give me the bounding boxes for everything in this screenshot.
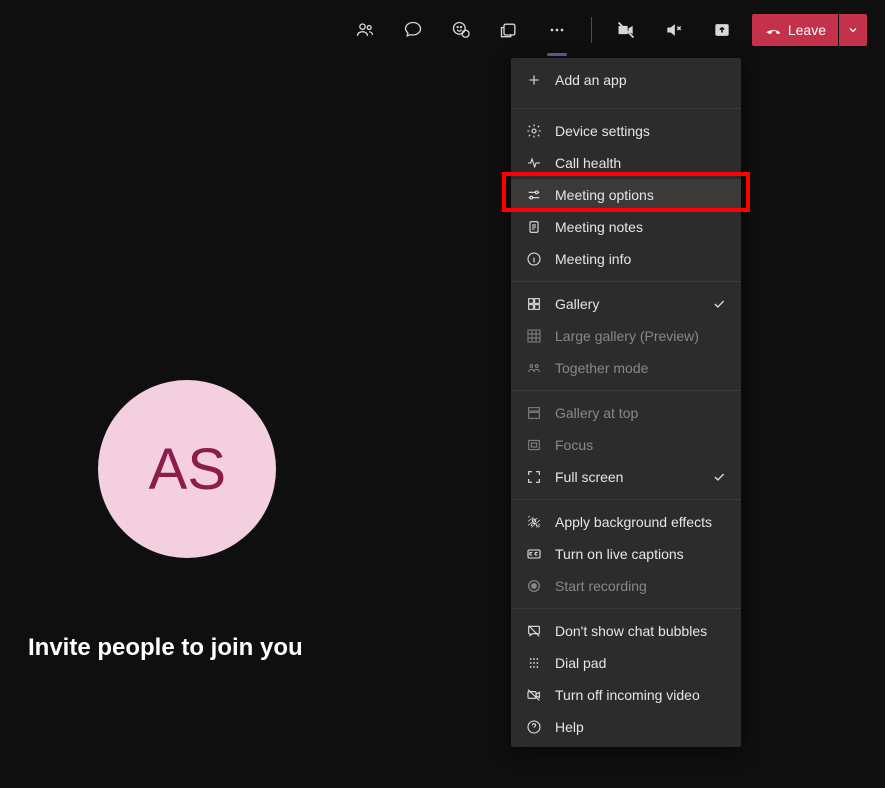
menu-separator <box>511 390 741 391</box>
participant-avatar: AS <box>98 380 276 558</box>
meeting-stage: AS Invite people to join you <box>28 380 303 662</box>
leave-button-group: Leave <box>752 14 867 46</box>
more-actions-menu: Add an app Device settings Call health M… <box>511 58 741 747</box>
menu-label: Turn off incoming video <box>555 687 700 703</box>
menu-separator <box>511 608 741 609</box>
menu-gallery[interactable]: Gallery <box>511 288 741 320</box>
menu-label: Together mode <box>555 360 648 376</box>
menu-help[interactable]: Help <box>511 711 741 743</box>
menu-background-effects[interactable]: Apply background effects <box>511 506 741 538</box>
menu-separator <box>511 108 741 109</box>
menu-label: Help <box>555 719 584 735</box>
check-icon <box>711 296 727 312</box>
together-icon <box>525 360 543 376</box>
chat-off-icon <box>525 623 543 639</box>
menu-label: Call health <box>555 155 621 171</box>
focus-icon <box>525 437 543 453</box>
menu-label: Gallery at top <box>555 405 638 421</box>
menu-label: Add an app <box>555 72 627 88</box>
menu-meeting-options[interactable]: Meeting options <box>511 179 741 211</box>
menu-live-captions[interactable]: Turn on live captions <box>511 538 741 570</box>
participants-icon[interactable] <box>341 12 389 48</box>
menu-label: Dial pad <box>555 655 606 671</box>
fullscreen-icon <box>525 469 543 485</box>
sliders-icon <box>525 187 543 203</box>
camera-off-icon[interactable] <box>602 12 650 48</box>
menu-label: Start recording <box>555 578 647 594</box>
menu-full-screen[interactable]: Full screen <box>511 461 741 493</box>
notes-icon <box>525 219 543 235</box>
gear-icon <box>525 123 543 139</box>
menu-label: Full screen <box>555 469 623 485</box>
chat-icon[interactable] <box>389 12 437 48</box>
menu-together-mode: Together mode <box>511 352 741 384</box>
menu-label: Meeting info <box>555 251 631 267</box>
menu-meeting-info[interactable]: Meeting info <box>511 243 741 275</box>
menu-separator <box>511 499 741 500</box>
menu-start-recording: Start recording <box>511 570 741 602</box>
menu-focus: Focus <box>511 429 741 461</box>
menu-label: Device settings <box>555 123 650 139</box>
menu-call-health[interactable]: Call health <box>511 147 741 179</box>
menu-separator <box>511 281 741 282</box>
menu-device-settings[interactable]: Device settings <box>511 115 741 147</box>
menu-label: Meeting options <box>555 187 654 203</box>
dialpad-icon <box>525 655 543 671</box>
check-icon <box>711 469 727 485</box>
menu-incoming-video[interactable]: Turn off incoming video <box>511 679 741 711</box>
gallery-top-icon <box>525 405 543 421</box>
grid-icon <box>525 296 543 312</box>
leave-label: Leave <box>788 22 826 38</box>
menu-large-gallery: Large gallery (Preview) <box>511 320 741 352</box>
menu-chat-bubbles[interactable]: Don't show chat bubbles <box>511 615 741 647</box>
speaker-icon[interactable] <box>650 12 698 48</box>
menu-meeting-notes[interactable]: Meeting notes <box>511 211 741 243</box>
meeting-toolbar: Leave <box>341 12 867 48</box>
menu-label: Focus <box>555 437 593 453</box>
rooms-icon[interactable] <box>485 12 533 48</box>
reactions-icon[interactable] <box>437 12 485 48</box>
leave-button[interactable]: Leave <box>752 14 838 46</box>
menu-label: Gallery <box>555 296 599 312</box>
menu-label: Large gallery (Preview) <box>555 328 699 344</box>
video-off-icon <box>525 687 543 703</box>
menu-label: Meeting notes <box>555 219 643 235</box>
share-screen-icon[interactable] <box>698 12 746 48</box>
leave-caret-button[interactable] <box>839 14 867 46</box>
captions-icon <box>525 546 543 562</box>
info-icon <box>525 251 543 267</box>
plus-icon <box>525 72 543 88</box>
record-icon <box>525 578 543 594</box>
menu-dial-pad[interactable]: Dial pad <box>511 647 741 679</box>
invite-heading: Invite people to join you <box>28 634 303 662</box>
large-grid-icon <box>525 328 543 344</box>
menu-label: Don't show chat bubbles <box>555 623 707 639</box>
menu-label: Apply background effects <box>555 514 712 530</box>
help-icon <box>525 719 543 735</box>
toolbar-divider <box>591 17 592 43</box>
menu-gallery-top: Gallery at top <box>511 397 741 429</box>
avatar-initials: AS <box>149 436 226 503</box>
pulse-icon <box>525 155 543 171</box>
more-actions-icon[interactable] <box>533 12 581 48</box>
menu-add-app[interactable]: Add an app <box>511 58 741 102</box>
background-icon <box>525 514 543 530</box>
menu-label: Turn on live captions <box>555 546 684 562</box>
